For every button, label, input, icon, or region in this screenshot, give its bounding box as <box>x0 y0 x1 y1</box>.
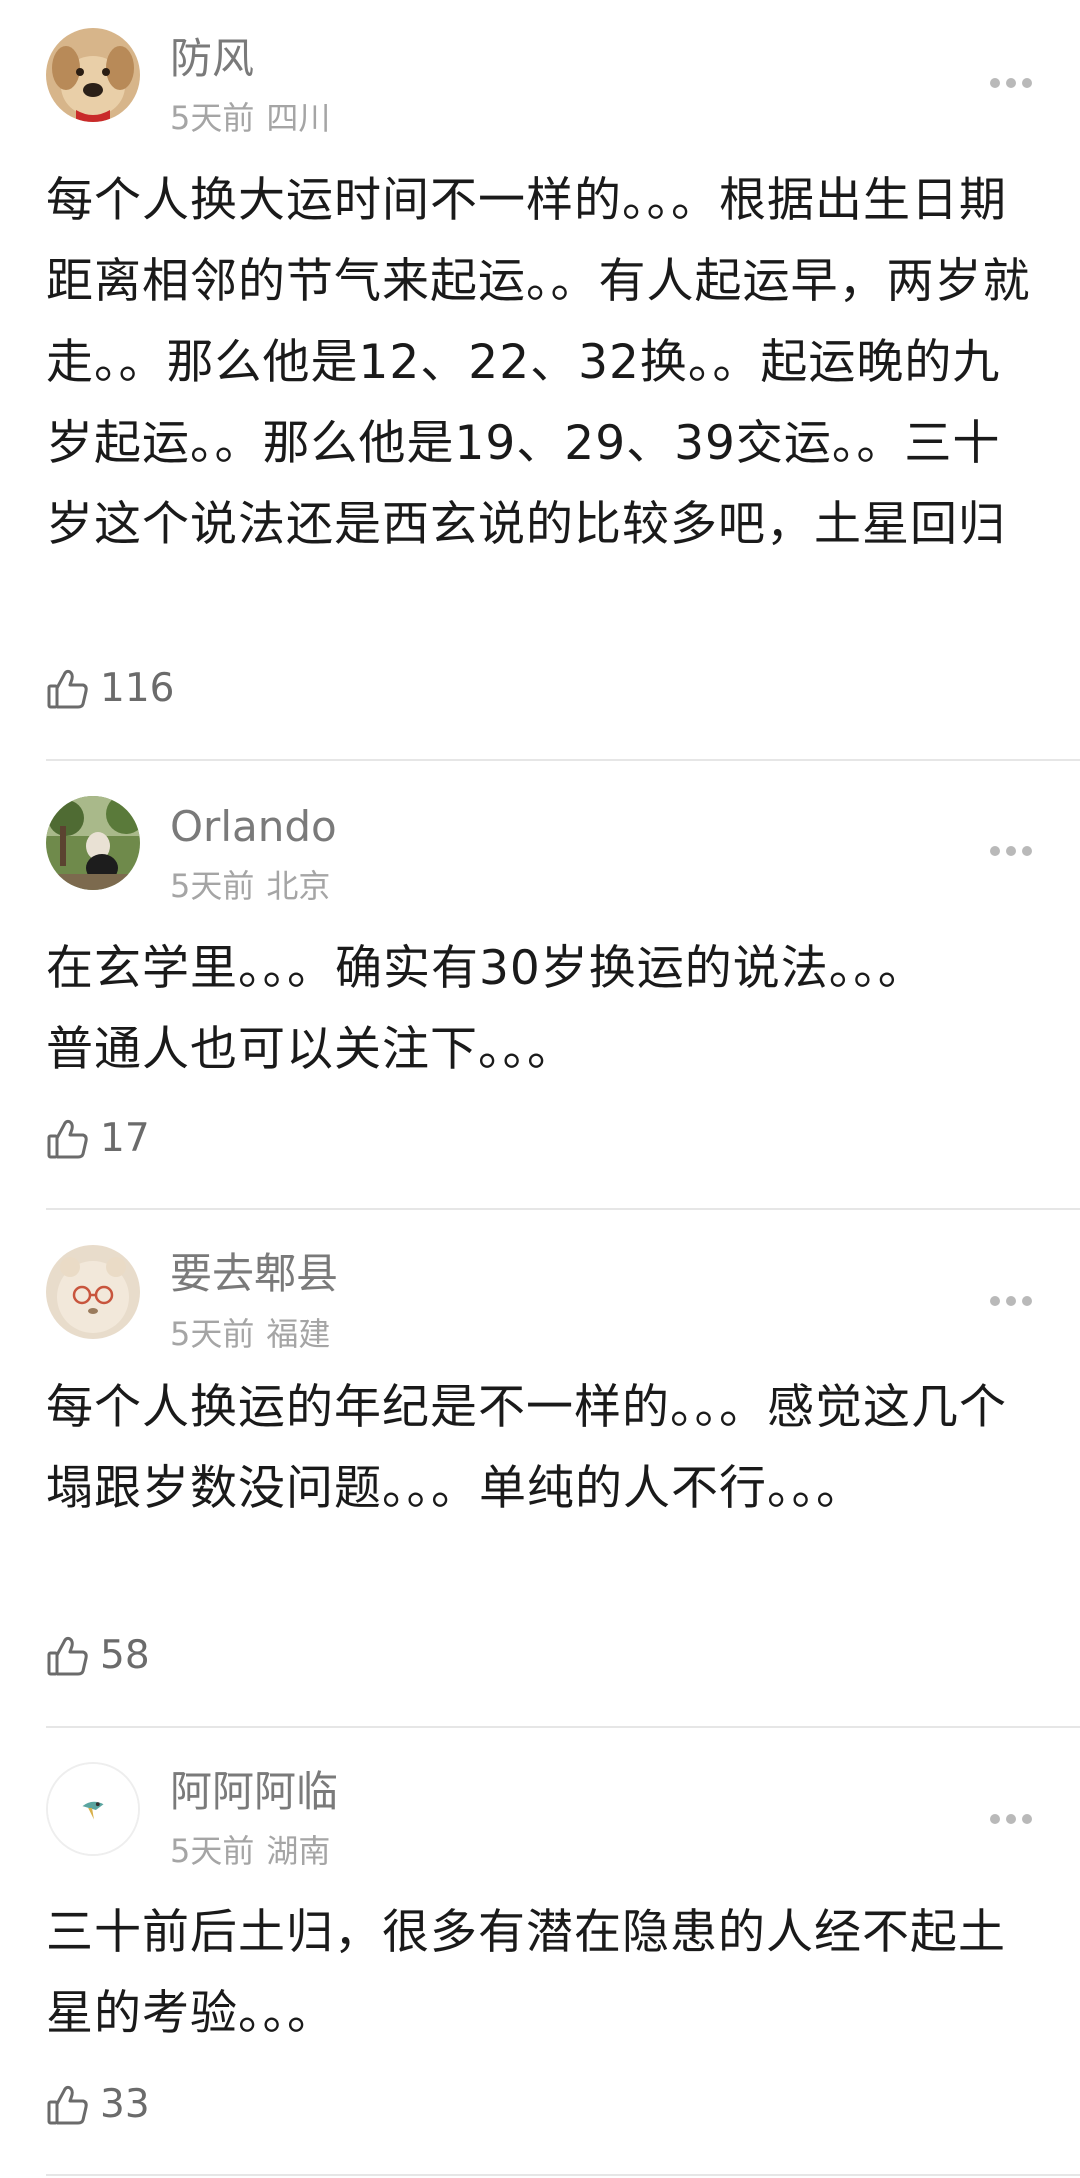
username[interactable]: 防风 <box>170 34 254 84</box>
more-dot-icon <box>990 846 1000 856</box>
comment-text: 三十前后土归，很多有潜在隐患的人经不起土星的考验。。。 <box>46 1905 1006 2041</box>
more-dot-icon <box>1022 78 1032 88</box>
avatar[interactable] <box>46 28 140 122</box>
divider <box>46 2174 1080 2176</box>
like-count: 58 <box>100 1633 150 1678</box>
more-dot-icon <box>1022 1296 1032 1306</box>
comment-text: 每个人换大运时间不一样的。。。根据出生日期距离相邻的节气来起运。。有人起运早，两… <box>46 173 1031 552</box>
comment-meta: 5天前 北京 <box>170 866 330 906</box>
bird-avatar-icon <box>48 1764 138 1854</box>
comment-meta: 5天前 湖南 <box>170 1831 330 1871</box>
comment-text: 在玄学里。。。确实有30岁换运的说法。。。普通人也可以关注下。。。 <box>46 941 926 1077</box>
comment-meta: 5天前 福建 <box>170 1314 330 1354</box>
more-dot-icon <box>990 78 1000 88</box>
more-options-button[interactable] <box>990 78 1032 90</box>
more-dot-icon <box>1006 846 1016 856</box>
thumbs-up-icon <box>47 1119 88 1159</box>
more-dot-icon <box>1006 78 1016 88</box>
more-options-button[interactable] <box>990 1296 1032 1308</box>
like-count: 33 <box>100 2082 150 2127</box>
like-button[interactable]: 116 <box>46 664 174 714</box>
like-button[interactable]: 58 <box>46 1631 150 1681</box>
comment-text: 每个人换运的年纪是不一样的。。。感觉这几个塌跟岁数没问题。。。单纯的人不行。。。 <box>46 1380 1007 1516</box>
like-count: 17 <box>100 1116 150 1161</box>
thumbs-up-icon <box>47 2085 88 2125</box>
more-options-button[interactable] <box>990 846 1032 858</box>
thumbs-up-icon <box>47 1636 88 1676</box>
divider <box>46 1208 1080 1210</box>
divider <box>46 1726 1080 1728</box>
divider <box>46 759 1080 761</box>
more-dot-icon <box>990 1296 1000 1306</box>
comment-location: 福建 <box>266 1315 331 1353</box>
username[interactable]: 阿阿阿临 <box>170 1767 338 1817</box>
comment-meta: 5天前 四川 <box>170 98 330 138</box>
more-dot-icon <box>990 1814 1000 1824</box>
more-dot-icon <box>1006 1814 1016 1824</box>
more-dot-icon <box>1006 1296 1016 1306</box>
comment-time: 5天前 <box>170 1315 255 1353</box>
like-button[interactable]: 33 <box>46 2080 150 2130</box>
more-dot-icon <box>1022 846 1032 856</box>
more-dot-icon <box>1022 1814 1032 1824</box>
avatar[interactable] <box>46 1762 140 1856</box>
thumbs-up-icon <box>47 669 88 709</box>
more-options-button[interactable] <box>990 1814 1032 1826</box>
comment-time: 5天前 <box>170 1832 255 1870</box>
comment-location: 北京 <box>266 867 331 905</box>
comment-location: 四川 <box>266 99 331 137</box>
like-button[interactable]: 17 <box>46 1114 150 1164</box>
comment-location: 湖南 <box>266 1832 331 1870</box>
username[interactable]: 要去郫县 <box>170 1249 338 1299</box>
like-count: 116 <box>100 666 175 711</box>
avatar[interactable] <box>46 796 140 890</box>
username[interactable]: Orlando <box>170 802 337 852</box>
comment-time: 5天前 <box>170 867 255 905</box>
comment-time: 5天前 <box>170 99 255 137</box>
park-photo-avatar-icon <box>46 796 140 890</box>
avatar[interactable] <box>46 1245 140 1339</box>
dog-avatar-icon <box>46 28 140 122</box>
bear-glasses-avatar-icon <box>46 1245 140 1339</box>
